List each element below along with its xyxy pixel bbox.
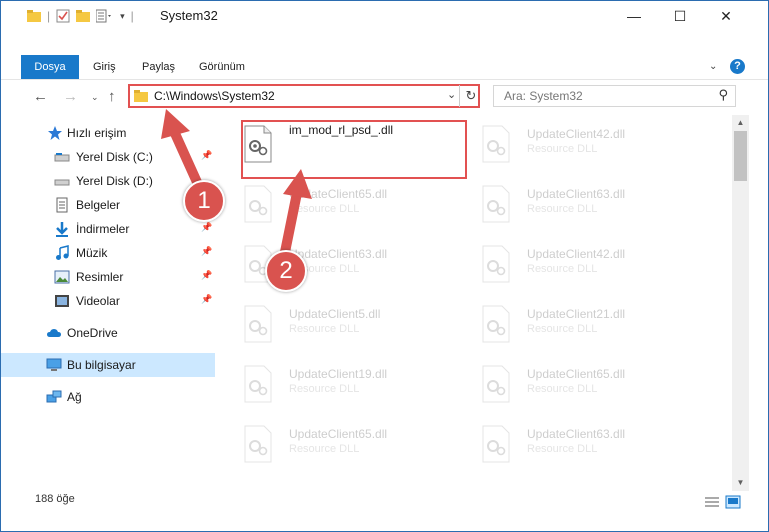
arrow-2 <box>279 169 312 262</box>
annotation-step-2: 2 <box>265 250 307 292</box>
annotation-arrows <box>161 109 312 262</box>
explorer-window: | ▾ | System32 — ☐ ✕ Dosya Giriş Paylaş … <box>0 0 769 532</box>
arrow-1 <box>161 109 206 196</box>
annotation-step-1: 1 <box>183 180 225 222</box>
